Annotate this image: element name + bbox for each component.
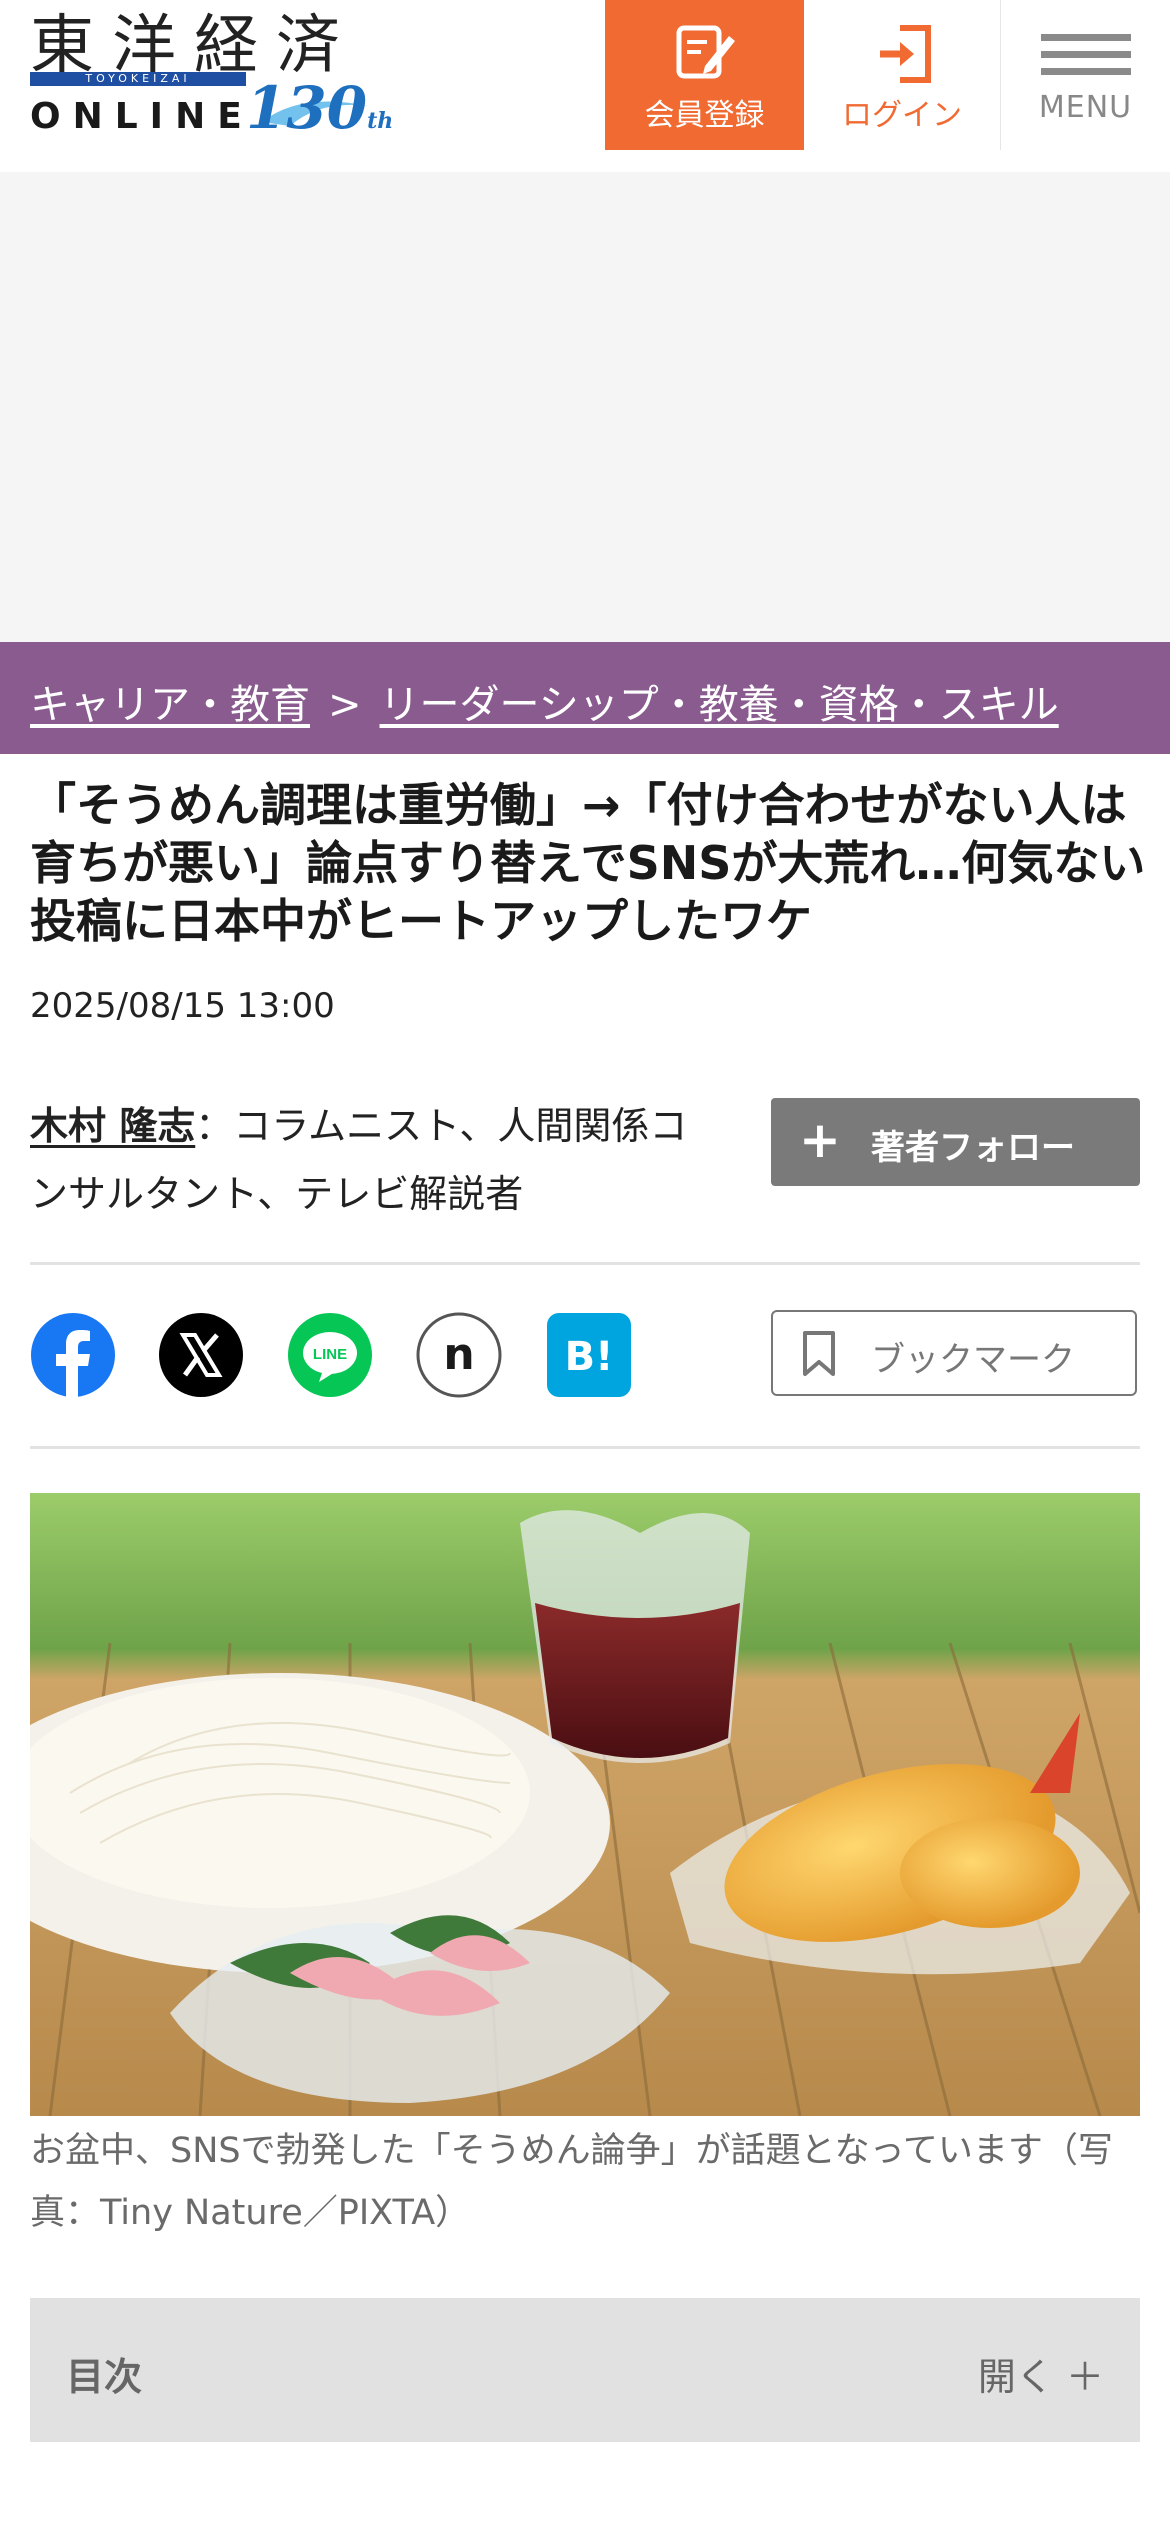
logo-anniversary: 130th xyxy=(246,74,393,142)
register-button[interactable]: 会員登録 xyxy=(605,0,804,150)
ad-slot xyxy=(0,172,1170,642)
toc-label: 目次 xyxy=(66,2355,143,2399)
login-icon xyxy=(880,25,931,83)
note-icon[interactable]: n xyxy=(416,1312,502,1398)
menu-button[interactable]: MENU xyxy=(1001,0,1170,150)
register-label: 会員登録 xyxy=(644,98,765,133)
author-follow-button[interactable]: + 著者フォロー xyxy=(771,1098,1140,1186)
line-icon-text: LINE xyxy=(313,1346,347,1363)
breadcrumb-separator: > xyxy=(328,682,362,728)
divider xyxy=(30,1262,1140,1265)
article-photo xyxy=(30,1493,1140,2116)
site-header: 東洋経済 TOYOKEIZAI ONLINE 130th 会員登録 ログイン M… xyxy=(0,0,1170,172)
breadcrumb: キャリア・教育 > リーダーシップ・教養・資格・スキル xyxy=(0,642,1170,754)
bookmark-icon xyxy=(803,1331,835,1376)
breadcrumb-category-link[interactable]: キャリア・教育 xyxy=(30,682,310,728)
logo-online: ONLINE xyxy=(30,96,254,137)
site-logo[interactable]: 東洋経済 TOYOKEIZAI ONLINE 130th xyxy=(30,9,393,144)
logo-anniversary-number: 130 xyxy=(246,74,368,142)
x-icon[interactable] xyxy=(158,1312,244,1398)
line-icon[interactable]: LINE xyxy=(287,1312,373,1398)
facebook-icon[interactable] xyxy=(30,1312,116,1398)
note-icon-text: n xyxy=(443,1329,474,1380)
menu-label: MENU xyxy=(1038,90,1133,125)
logo-anniversary-suffix: th xyxy=(367,108,394,134)
bookmark-label: ブックマーク xyxy=(871,1340,1075,1380)
toc-open-toggle[interactable]: 開く ＋ xyxy=(978,2346,1104,2401)
table-of-contents[interactable]: 目次 開く ＋ xyxy=(30,2298,1140,2442)
article-title: 「そうめん調理は重労働」→「付け合わせがない人は育ちが悪い」論点すり替えでSNS… xyxy=(30,778,1146,948)
login-label: ログイン xyxy=(842,98,962,133)
logo-title: 東洋経済 xyxy=(30,9,358,83)
logo-bar: TOYOKEIZAI xyxy=(30,72,246,86)
article-date: 2025/08/15 13:00 xyxy=(30,986,335,1026)
login-button[interactable]: ログイン xyxy=(804,0,1001,150)
author-follow-label: 著者フォロー xyxy=(871,1128,1075,1168)
breadcrumb-subcategory-link[interactable]: リーダーシップ・教養・資格・スキル xyxy=(380,682,1059,728)
hatena-icon-text: B! xyxy=(565,1334,614,1380)
photo-caption: お盆中、SNSで勃発した「そうめん論争」が話題となっています（写真：Tiny N… xyxy=(30,2131,1113,2233)
divider xyxy=(30,1446,1140,1449)
author-separator: ： xyxy=(195,1104,234,1148)
author-info: 木村 隆志：コラムニスト、人間関係コンサルタント、テレビ解説者 xyxy=(30,1092,720,1228)
hamburger-icon xyxy=(1041,34,1131,85)
edit-note-icon xyxy=(676,25,735,79)
author-name-link[interactable]: 木村 隆志 xyxy=(30,1104,195,1148)
hatena-bookmark-icon[interactable]: B! xyxy=(546,1312,632,1398)
bookmark-button[interactable]: ブックマーク xyxy=(771,1310,1137,1396)
plus-icon: + xyxy=(799,1111,841,1169)
